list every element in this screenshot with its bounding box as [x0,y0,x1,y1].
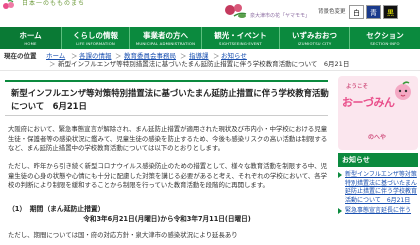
nav-sightseeing[interactable]: 観光・イベント SIGHTSEEING·EVENT [202,27,280,49]
nav-label: ホーム [19,30,42,40]
notice-link[interactable]: 緊急事態宣言延長に伴う [338,207,418,216]
nav-section[interactable]: セクション SECTION·INFO [350,27,420,49]
site-header: 日本一のもものまち 泉大津市の花「ヤマモモ」 背景色変更 白 青 黒 [0,0,420,27]
bg-blue-button[interactable]: 青 [366,5,381,19]
breadcrumb-guidance[interactable]: 指導課 [189,52,209,60]
city-flower-caption: 泉大津市の花「ヤマモモ」 [250,13,311,19]
nav-sublabel: HOME [24,40,37,46]
nav-business[interactable]: 事業者の方へ MUNICIPAL ADMINISTRATION [130,27,202,49]
breadcrumb-current-label: 現在の位置 [4,52,37,60]
breadcrumb-separator: ＞ [49,60,56,68]
page-title: 新型インフルエンザ等対策特別措置法に基づいたまん延防止措置に伴う学校教育活動につ… [11,88,329,111]
mascot-icon [395,81,411,100]
breadcrumb-separator: ＞ [180,52,187,60]
banner-welcome-text: ようこそ [346,84,369,90]
nav-label: いずみおおつ [292,30,337,40]
breadcrumb-separator: ＞ [71,52,78,60]
article-paragraph: 大阪府において、緊急事態宣言が解除され、まん延防止措置が適用された現状及び市内小… [8,125,328,153]
nav-label: くらしの情報 [73,30,118,40]
nav-sublabel: IZUMIOTSU CITY [297,40,332,46]
breadcrumb-home[interactable]: ホーム [46,52,65,60]
section-heading: （1） 期間（まん延防止措置） [8,205,105,213]
page: 日本一のもものまち 泉大津市の花「ヤマモモ」 背景色変更 白 青 黒 ホーム H… [0,0,420,245]
notices-heading: お知らせ [338,153,418,167]
bg-white-button[interactable]: 白 [349,5,364,19]
banner-subtitle-text: のへや [368,134,387,141]
nav-label: 観光・イベント [214,30,267,40]
sidebar: ようこそ おーづみん のへや お知らせ 新型インフルエンザ等対策特別措置法に基づ… [336,72,420,245]
nav-izumiotsu[interactable]: いずみおおつ IZUMIOTSU CITY [280,27,350,49]
notice-link-text: 新型インフルエンザ等対策特別措置法に基づいたまん延防止措置に伴う学校教育活動につ… [345,171,418,204]
nav-home[interactable]: ホーム HOME [0,27,62,54]
city-flower-icon [225,4,247,18]
site-tagline: 日本一のもものまち [22,0,86,7]
article-title-box: 新型インフルエンザ等対策特別措置法に基づいたまん延防止措置に伴う学校教育活動につ… [5,80,329,116]
article-paragraph: ただし、期間については国・府の対応方針・泉大津市の感染状況により延長あり [8,231,238,239]
peach-logo-icon[interactable] [2,0,16,10]
notice-link[interactable]: 新型インフルエンザ等対策特別措置法に基づいたまん延防止措置に伴う学校教育活動につ… [338,171,418,205]
nav-sublabel: SIGHTSEEING·EVENT [219,40,262,46]
bullet-arrow-icon [338,208,342,215]
breadcrumb-notices[interactable]: お知らせ [221,52,247,60]
breadcrumb-sections[interactable]: 各課の情報 [79,52,112,60]
bg-black-button[interactable]: 黒 [383,5,398,19]
breadcrumb: 現在の位置 ホーム ＞ 各課の情報 ＞ 教育委員会事務局 ＞ 指導課 ＞ お知ら… [0,49,420,71]
nav-life-info[interactable]: くらしの情報 LIFE INFORMATION [62,27,130,49]
main-content: 新型インフルエンザ等対策特別措置法に基づいたまん延防止措置に伴う学校教育活動につ… [0,72,334,245]
breadcrumb-education-board[interactable]: 教育委員会事務局 [124,52,176,60]
nav-label: セクション [366,30,404,40]
mascot-banner[interactable]: ようこそ おーづみん のへや [338,76,418,150]
nav-label: 事業者の方へ [143,30,188,40]
notice-list: 新型インフルエンザ等対策特別措置法に基づいたまん延防止措置に伴う学校教育活動につ… [338,171,418,218]
breadcrumb-separator: ＞ [115,52,122,60]
breadcrumb-separator: ＞ [213,52,220,60]
article-paragraph: ただし、昨年から引き続く新型コロナウイルス感染防止のための措置として、様々な教育… [8,162,328,190]
period-text: 令和3年6月21日(月曜日)から令和3年7月11日(日曜日) [83,215,251,223]
nav-sublabel: SECTION·INFO [370,40,400,46]
breadcrumb-current-page: 新型インフルエンザ等特別措置法に基づいたまん延防止措置に伴う学校教育活動について… [58,60,350,68]
nav-sublabel: MUNICIPAL ADMINISTRATION [135,40,196,46]
global-nav: ホーム HOME くらしの情報 LIFE INFORMATION 事業者の方へ … [0,27,420,54]
nav-sublabel: LIFE INFORMATION [76,40,115,46]
bullet-arrow-icon [338,172,342,178]
background-color-label: 背景色変更 [318,9,346,15]
banner-title-text: おーづみん [342,96,395,109]
notice-link-text: 緊急事態宣言延長に伴う [345,207,412,215]
